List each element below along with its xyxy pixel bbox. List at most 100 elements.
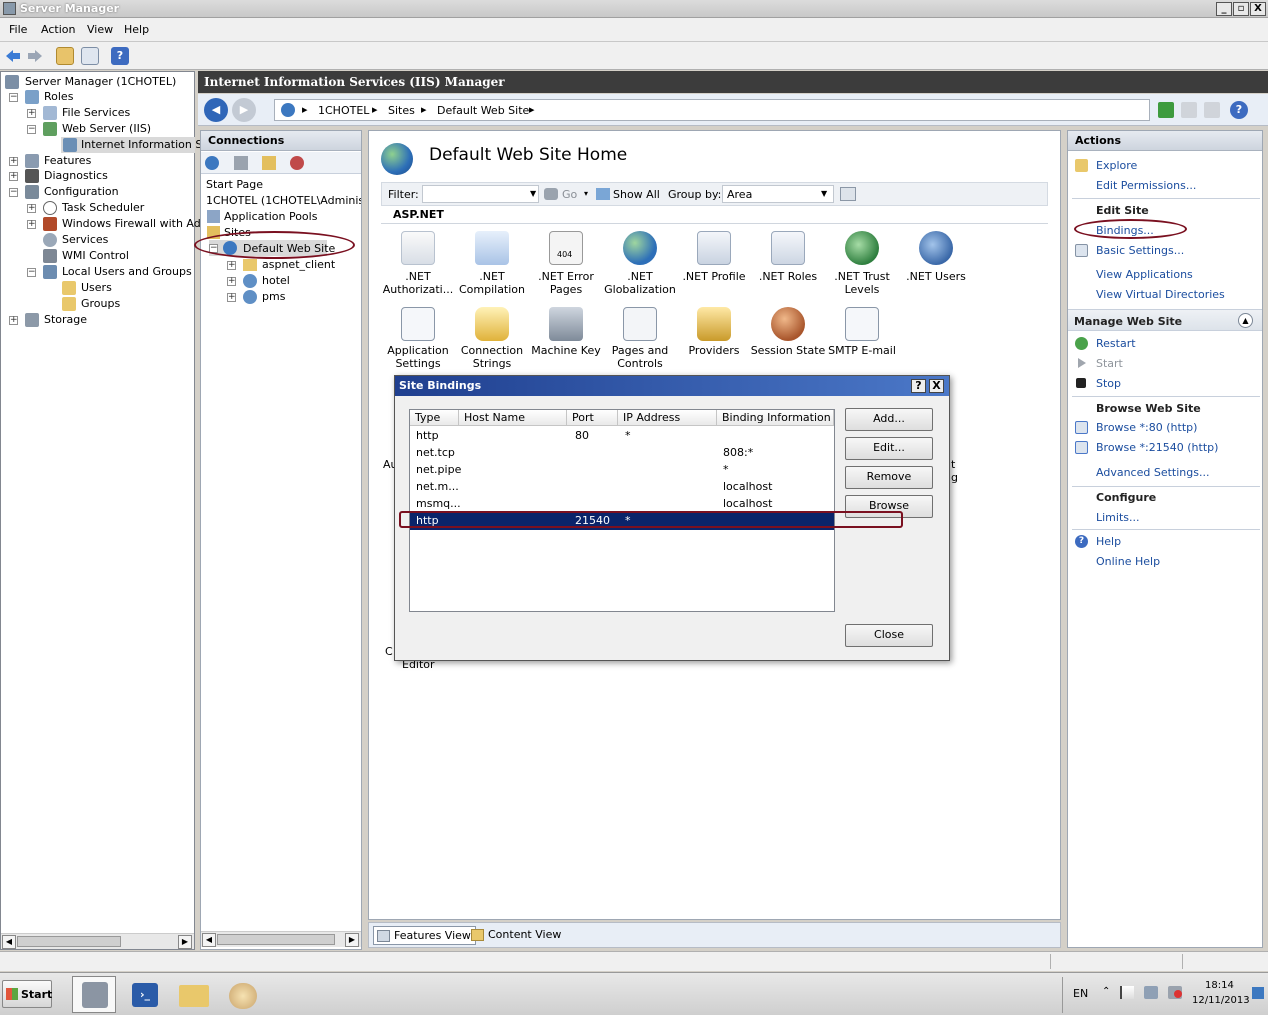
view-virtual-directories-link[interactable]: View Virtual Directories — [1096, 288, 1225, 301]
up-folder-icon[interactable] — [56, 47, 74, 65]
feature-application-settings[interactable]: Application Settings — [380, 307, 456, 377]
expand-toggle[interactable]: + — [227, 277, 236, 286]
view-applications-link[interactable]: View Applications — [1096, 268, 1193, 281]
limits-link[interactable]: Limits... — [1096, 511, 1140, 524]
taskbar-powershell[interactable]: ›_ — [122, 976, 166, 1013]
connect-globe-icon[interactable] — [205, 156, 219, 170]
feature-net-compilation[interactable]: .NET Compilation — [454, 231, 530, 301]
column-header-type[interactable]: Type — [410, 410, 459, 426]
stop-link[interactable]: Stop — [1096, 377, 1121, 390]
scroll-right-arrow-icon[interactable]: ▶ — [345, 933, 359, 947]
up-folder-icon[interactable] — [262, 156, 276, 170]
online-help-link[interactable]: Online Help — [1096, 555, 1160, 568]
close-dialog-button[interactable]: Close — [845, 624, 933, 647]
add-binding-button[interactable]: Add... — [845, 408, 933, 431]
start-link[interactable]: Start — [1096, 357, 1123, 370]
clock-time[interactable]: 18:14 — [1205, 980, 1234, 991]
feature-net-roles[interactable]: .NET Roles — [750, 231, 826, 301]
connection-server[interactable]: 1CHOTEL (1CHOTEL\Administrat — [206, 194, 361, 207]
column-header-ip-address[interactable]: IP Address — [618, 410, 717, 426]
expand-toggle[interactable]: + — [9, 172, 18, 181]
group-by-select[interactable]: Area ▼ — [722, 185, 834, 203]
breadcrumb-sites[interactable]: Sites — [388, 104, 415, 117]
browse-21540-link[interactable]: Browse *:21540 (http) — [1096, 441, 1218, 454]
show-all-button[interactable]: Show All — [613, 188, 660, 201]
feature-net-globalization[interactable]: .NET Globalization — [602, 231, 678, 301]
connection-aspnet-client[interactable]: + aspnet_client — [227, 257, 357, 273]
browse-80-link[interactable]: Browse *:80 (http) — [1096, 421, 1197, 434]
stop-icon[interactable] — [1181, 102, 1197, 118]
show-hidden-icons[interactable]: ⌃ — [1102, 986, 1110, 997]
show-desktop-button[interactable] — [1252, 987, 1264, 999]
start-button[interactable]: Start — [2, 980, 52, 1008]
edit-permissions-link[interactable]: Edit Permissions... — [1096, 179, 1196, 192]
connection-app-pools[interactable]: Application Pools — [224, 210, 317, 223]
expand-toggle[interactable]: + — [227, 261, 236, 270]
feature-session-state[interactable]: Session State — [750, 307, 826, 377]
help-dropdown-icon[interactable]: ? — [1230, 101, 1248, 119]
connections-horizontal-scrollbar[interactable]: ◀ ▶ — [201, 931, 361, 947]
refresh-icon[interactable] — [1158, 102, 1174, 118]
table-row[interactable]: net.pipe * — [410, 462, 834, 479]
menu-help[interactable]: Help — [124, 23, 149, 36]
feature-smtp-email[interactable]: SMTP E-mail — [824, 307, 900, 377]
help-link[interactable]: Help — [1096, 535, 1121, 548]
maximize-button[interactable]: ▫ — [1233, 2, 1249, 16]
collapse-toggle[interactable]: − — [27, 268, 36, 277]
basic-settings-link[interactable]: Basic Settings... — [1096, 244, 1184, 257]
dialog-close-button[interactable]: X — [929, 379, 944, 393]
expand-toggle[interactable]: + — [27, 204, 36, 213]
network-icon[interactable] — [1144, 986, 1158, 999]
collapse-chevron-icon[interactable]: ▲ — [1238, 313, 1253, 328]
column-header-port[interactable]: Port — [567, 410, 618, 426]
scroll-thumb[interactable] — [17, 936, 121, 947]
expand-toggle[interactable]: + — [227, 293, 236, 302]
feature-providers[interactable]: Providers — [676, 307, 752, 377]
remove-binding-button[interactable]: Remove — [845, 466, 933, 489]
tab-content-view[interactable]: Content View — [468, 926, 565, 945]
expand-toggle[interactable]: + — [27, 220, 36, 229]
scroll-left-arrow-icon[interactable]: ◀ — [202, 933, 216, 947]
language-indicator[interactable]: EN — [1073, 987, 1088, 1000]
breadcrumb-site[interactable]: Default Web Site — [437, 104, 529, 117]
feature-machine-key[interactable]: Machine Key — [528, 307, 604, 377]
column-header-host-name[interactable]: Host Name — [459, 410, 567, 426]
tree-item-iis-manager[interactable]: Internet Information Se — [61, 137, 209, 153]
close-button[interactable]: X — [1250, 2, 1266, 16]
disconnect-icon[interactable] — [290, 156, 304, 170]
menu-action[interactable]: Action — [41, 23, 75, 36]
feature-net-trust-levels[interactable]: .NET Trust Levels — [824, 231, 900, 301]
explore-link[interactable]: Explore — [1096, 159, 1137, 172]
collapse-toggle[interactable]: − — [9, 93, 18, 102]
feature-net-error-pages[interactable]: 404 .NET Error Pages — [528, 231, 604, 301]
table-row[interactable]: http 80 * — [410, 428, 834, 445]
connection-start-page[interactable]: Start Page — [206, 178, 263, 191]
feature-net-profile[interactable]: .NET Profile — [676, 231, 752, 301]
home-icon[interactable] — [1204, 102, 1220, 118]
connection-pms[interactable]: + pms — [227, 289, 357, 305]
menu-view[interactable]: View — [87, 23, 113, 36]
manage-web-site-header[interactable]: Manage Web Site ▲ — [1068, 309, 1262, 331]
help-icon[interactable]: ? — [111, 47, 129, 65]
table-row[interactable]: net.m... localhost — [410, 479, 834, 496]
expand-toggle[interactable]: + — [9, 316, 18, 325]
expand-toggle[interactable]: + — [27, 109, 36, 118]
forward-button[interactable]: ▶ — [232, 98, 256, 122]
volume-muted-icon[interactable] — [1168, 986, 1182, 999]
connection-hotel[interactable]: + hotel — [227, 273, 357, 289]
scroll-thumb[interactable] — [217, 934, 335, 945]
edit-binding-button[interactable]: Edit... — [845, 437, 933, 460]
taskbar-explorer[interactable] — [171, 976, 215, 1013]
back-arrow-icon[interactable] — [4, 47, 22, 65]
show-hide-tree-icon[interactable] — [81, 47, 99, 65]
collapse-toggle[interactable]: − — [9, 188, 18, 197]
column-header-binding-information[interactable]: Binding Information — [717, 410, 834, 426]
dropdown-arrow-icon[interactable]: ▾ — [584, 189, 588, 198]
feature-net-authorization[interactable]: .NET Authorizati... — [380, 231, 456, 301]
dialog-help-button[interactable]: ? — [911, 379, 926, 393]
feature-net-users[interactable]: .NET Users — [898, 231, 974, 301]
scroll-right-arrow-icon[interactable]: ▶ — [178, 935, 192, 949]
back-button[interactable]: ◀ — [204, 98, 228, 122]
table-row[interactable]: net.tcp 808:* — [410, 445, 834, 462]
restart-link[interactable]: Restart — [1096, 337, 1136, 350]
